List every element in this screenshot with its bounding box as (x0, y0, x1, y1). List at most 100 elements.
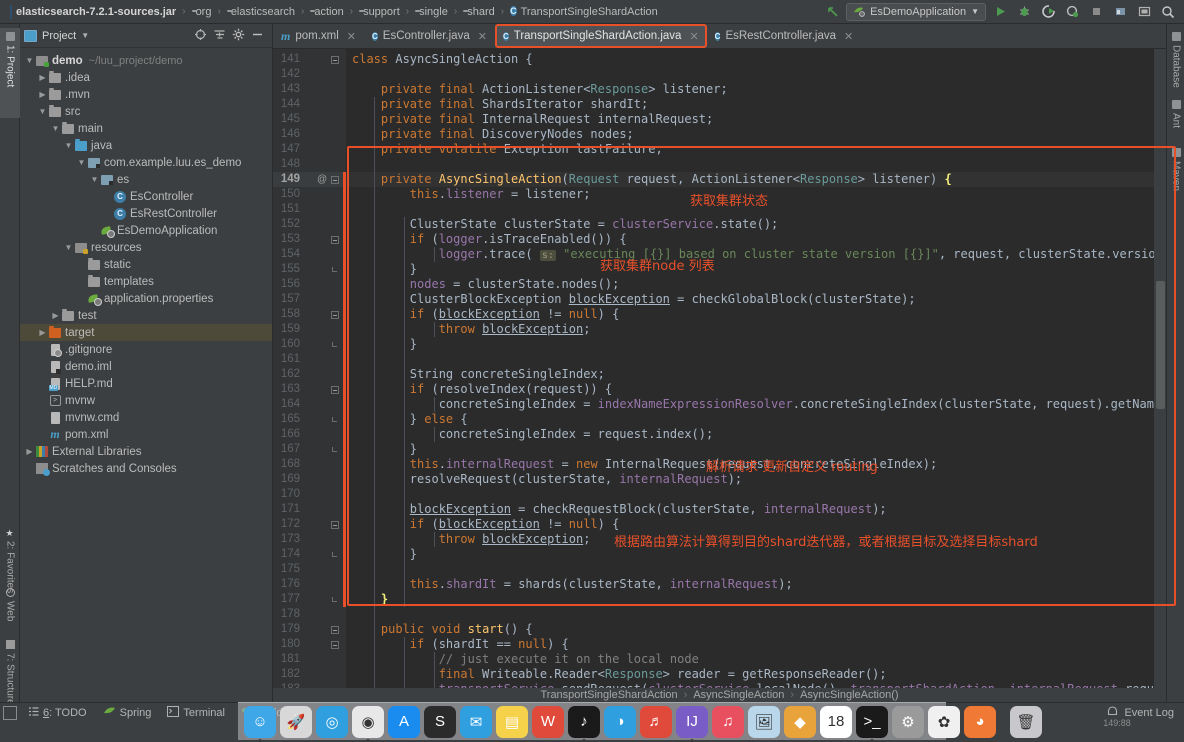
fold-collapse-icon[interactable] (330, 521, 339, 530)
left-tool-tab-web[interactable]: Web (0, 584, 20, 625)
chevron-right-icon[interactable]: ▶ (37, 324, 48, 341)
code-line-165[interactable]: } else { (352, 412, 468, 427)
code-line-167[interactable]: } (352, 442, 417, 457)
bottom-tool-6-todo[interactable]: 6: TODO (28, 706, 87, 720)
tree-node-esdemoapplication[interactable]: EsDemoApplication (20, 222, 272, 239)
chevron-down-icon[interactable]: ▼ (24, 52, 35, 69)
tree-node-demo[interactable]: ▼demo~/luu_project/demo (20, 52, 272, 69)
profile-button[interactable] (1062, 2, 1082, 22)
fold-collapse-icon[interactable] (330, 626, 339, 635)
code-breadcrumb-item[interactable]: AsyncSingleAction (693, 689, 784, 701)
tree-node-gitignore[interactable]: .gitignore (20, 341, 272, 358)
editor-scrollbar[interactable] (1154, 49, 1166, 702)
code-line-152[interactable]: ClusterState clusterState = clusterServi… (352, 217, 778, 232)
chevron-right-icon[interactable]: ▶ (37, 86, 48, 103)
dock-launchpad-icon[interactable]: 🚀 (280, 706, 312, 738)
hide-panel-icon[interactable] (251, 28, 264, 44)
editor-tab-transportsingleshardaction-java[interactable]: CTransportSingleShardAction.java✕ (495, 24, 707, 48)
code-line-182[interactable]: final Writeable.Reader<Response> reader … (352, 667, 887, 682)
code-line-169[interactable]: resolveRequest(clusterState, internalReq… (352, 472, 742, 487)
dock-appstore-icon[interactable]: A (388, 706, 420, 738)
collapse-all-icon[interactable] (213, 28, 226, 44)
vcs-change-marker[interactable] (343, 172, 346, 607)
fold-collapse-icon[interactable] (330, 386, 339, 395)
code-line-159[interactable]: throw blockException; (352, 322, 590, 337)
run-configuration-selector[interactable]: EsDemoApplication ▼ (846, 3, 986, 21)
code-breadcrumb-item[interactable]: AsyncSingleAction() (800, 689, 898, 701)
fold-collapse-icon[interactable] (330, 176, 339, 185)
dock-itunes-icon[interactable]: ♫ (712, 706, 744, 738)
override-marker-icon[interactable]: @ (317, 174, 327, 185)
code-line-154[interactable]: logger.trace( s: "executing [{}] based o… (352, 247, 1184, 263)
fold-end-icon[interactable] (330, 596, 339, 605)
bottom-tool-spring[interactable]: Spring (103, 706, 152, 720)
dock-finder-icon[interactable]: ☺ (244, 706, 276, 738)
code-breadcrumb-item[interactable]: TransportSingleShardAction (540, 689, 677, 701)
code-line-156[interactable]: nodes = clusterState.nodes(); (352, 277, 619, 292)
macos-dock[interactable]: ☺🚀◎◉AS✉▤W♪◑♬IJ♫🖼◆18>_⚙✿◕🗑 (238, 702, 946, 740)
code-line-177[interactable]: } (352, 592, 388, 607)
fold-end-icon[interactable] (330, 266, 339, 275)
dock-photos-icon[interactable]: ✿ (928, 706, 960, 738)
left-tool-tab-project[interactable]: 1: Project (0, 28, 20, 118)
tree-node-com-example-luu-es-demo[interactable]: ▼com.example.luu.es_demo (20, 154, 272, 171)
build-button[interactable] (1110, 2, 1130, 22)
close-icon[interactable]: ✕ (689, 30, 698, 43)
code-line-164[interactable]: concreteSingleIndex = indexNameExpressio… (352, 397, 1183, 412)
dock-wps-icon[interactable]: W (532, 706, 564, 738)
chevron-down-icon[interactable]: ▼ (63, 137, 74, 154)
tree-node-pom-xml[interactable]: mpom.xml (20, 426, 272, 443)
bottom-tool-terminal[interactable]: Terminal (167, 706, 225, 720)
back-arrow-icon[interactable] (822, 2, 842, 22)
tree-node-scratches-and-consoles[interactable]: Scratches and Consoles (20, 460, 272, 477)
code-line-160[interactable]: } (352, 337, 417, 352)
dock-chrome-icon[interactable]: ◉ (352, 706, 384, 738)
breadcrumb-item-5[interactable]: single (413, 0, 450, 24)
tree-node-static[interactable]: static (20, 256, 272, 273)
gear-icon[interactable] (232, 28, 245, 44)
chevron-right-icon[interactable]: ▶ (37, 69, 48, 86)
dock-xmind-icon[interactable]: ◆ (784, 706, 816, 738)
code-line-143[interactable]: private final ActionListener<Response> l… (352, 82, 728, 97)
code-line-158[interactable]: if (blockException != null) { (352, 307, 619, 322)
dock-netease-music-icon[interactable]: ♬ (640, 706, 672, 738)
right-tool-tab-maven[interactable]: Maven (1167, 144, 1184, 195)
run-with-coverage-button[interactable] (1038, 2, 1058, 22)
breadcrumb-item-1[interactable]: org (190, 0, 214, 24)
dock-idea-icon[interactable]: IJ (676, 706, 708, 738)
code-line-162[interactable]: String concreteSingleIndex; (352, 367, 605, 382)
scrollbar-thumb[interactable] (1156, 281, 1165, 409)
dock-calendar-icon[interactable]: 18 (820, 706, 852, 738)
editor-tab-esrestcontroller-java[interactable]: CEsRestController.java✕ (707, 24, 862, 48)
tree-node-es[interactable]: ▼es (20, 171, 272, 188)
dock-trash-icon[interactable]: 🗑 (1010, 706, 1042, 738)
code-line-144[interactable]: private final ShardsIterator shardIt; (352, 97, 648, 112)
code-line-157[interactable]: ClusterBlockException blockException = c… (352, 292, 916, 307)
code-line-180[interactable]: if (shardIt == null) { (352, 637, 569, 652)
dock-notes-icon[interactable]: ▤ (496, 706, 528, 738)
fold-end-icon[interactable] (330, 341, 339, 350)
code-line-176[interactable]: this.shardIt = shards(clusterState, inte… (352, 577, 793, 592)
code-line-172[interactable]: if (blockException != null) { (352, 517, 619, 532)
tree-node-demo-iml[interactable]: demo.iml (20, 358, 272, 375)
dock-sublime-icon[interactable]: S (424, 706, 456, 738)
project-tree[interactable]: ▼demo~/luu_project/demo▶.idea▶.mvn▼src▼m… (20, 48, 272, 702)
chevron-down-icon[interactable]: ▼ (89, 171, 100, 188)
code-line-147[interactable]: private volatile Exception lastFailure; (352, 142, 663, 157)
code-line-155[interactable]: } (352, 262, 417, 277)
right-tool-tab-database[interactable]: Database (1167, 28, 1184, 92)
chevron-right-icon[interactable]: ▶ (24, 443, 35, 460)
editor-tab-pom-xml[interactable]: mpom.xml✕ (273, 24, 364, 48)
breadcrumb-item-3[interactable]: action (308, 0, 345, 24)
chevron-right-icon[interactable]: ▶ (50, 307, 61, 324)
tree-node-mvnw[interactable]: >mvnw (20, 392, 272, 409)
breadcrumb-item-0[interactable]: elasticsearch-7.2.1-sources.jar (8, 0, 178, 24)
tree-node-resources[interactable]: ▼resources (20, 239, 272, 256)
breadcrumb-item-7[interactable]: CTransportSingleShardAction (508, 0, 660, 24)
fold-collapse-icon[interactable] (330, 236, 339, 245)
code-line-163[interactable]: if (resolveIndex(request)) { (352, 382, 612, 397)
dock-mail-icon[interactable]: ✉ (460, 706, 492, 738)
fold-end-icon[interactable] (330, 446, 339, 455)
fold-end-icon[interactable] (330, 416, 339, 425)
fold-end-icon[interactable] (330, 551, 339, 560)
